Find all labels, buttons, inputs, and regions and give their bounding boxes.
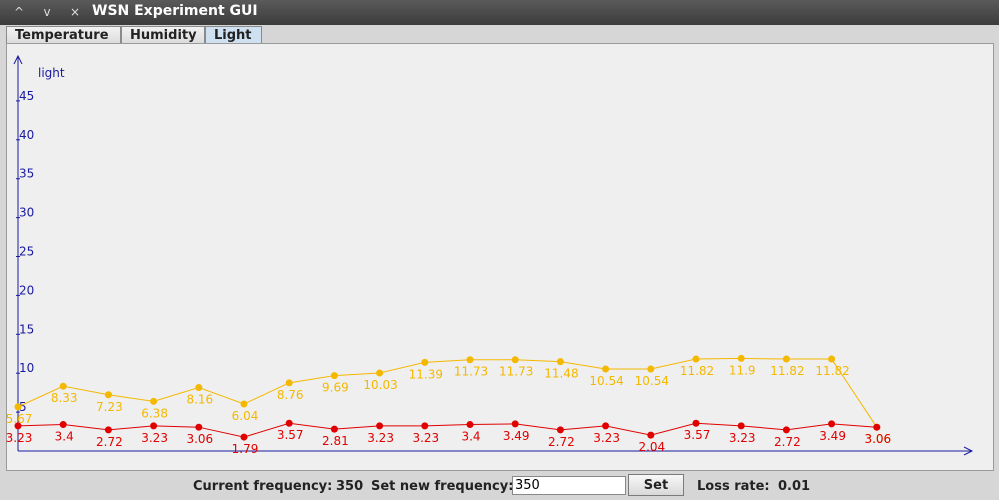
data-label: 2.72 [96, 435, 123, 449]
data-label: 3.23 [412, 431, 439, 445]
data-point [104, 391, 112, 399]
y-tick-label: 10 [19, 361, 34, 375]
data-label: 3.23 [729, 431, 756, 445]
data-point [692, 355, 700, 363]
data-label: 10.54 [589, 374, 623, 388]
data-label: 11.73 [499, 365, 533, 379]
data-label: 3.23 [6, 431, 33, 445]
data-label: 3.23 [367, 431, 394, 445]
data-label: 8.16 [186, 393, 213, 407]
data-point [104, 426, 112, 434]
data-point [195, 384, 203, 392]
data-point [737, 422, 745, 430]
data-point [466, 421, 474, 429]
data-label: 3.23 [593, 431, 620, 445]
data-label: 3.06 [864, 432, 891, 446]
data-point [647, 365, 655, 373]
data-point [330, 372, 338, 380]
data-label: 2.72 [774, 435, 801, 449]
frequency-input[interactable] [512, 476, 626, 495]
data-label: 2.81 [322, 434, 349, 448]
data-label: 8.76 [277, 388, 304, 402]
data-label: 3.06 [186, 432, 213, 446]
loss-rate-value: 0.01 [778, 479, 811, 494]
data-point [692, 419, 700, 427]
set-button[interactable]: Set [628, 474, 684, 496]
light-chart: light 510152025303540455.678.337.23 6.388… [6, 54, 974, 456]
y-tick-label: 45 [19, 89, 34, 103]
data-label: 3.57 [684, 428, 711, 442]
data-label: 11.82 [770, 364, 804, 378]
data-point [828, 355, 836, 363]
data-label: 1.79 [232, 442, 259, 456]
data-point [240, 400, 248, 408]
data-label: 3.57 [277, 428, 304, 442]
data-point [511, 356, 519, 364]
data-label: 3.49 [819, 429, 846, 443]
data-point [602, 365, 610, 373]
data-label: 11.73 [454, 365, 488, 379]
data-label: 8.33 [51, 391, 78, 405]
data-label: 6.04 [232, 409, 259, 423]
data-point [556, 358, 564, 366]
data-point [240, 433, 248, 441]
data-label: 6.38 [141, 406, 168, 420]
data-point [737, 354, 745, 362]
data-label: 9.69 [322, 381, 349, 395]
data-point [14, 403, 22, 411]
data-point [556, 426, 564, 434]
data-point [195, 423, 203, 431]
y-axis-label: light [38, 66, 65, 80]
data-label: 11.48 [544, 367, 578, 381]
y-tick-label: 15 [19, 322, 34, 336]
data-label: 11.82 [815, 364, 849, 378]
y-tick-label: 30 [19, 206, 34, 220]
data-label: 2.04 [638, 440, 665, 454]
data-point [330, 425, 338, 433]
data-point [421, 358, 429, 366]
current-frequency-value: 350 [336, 479, 364, 494]
data-label: 10.03 [363, 378, 397, 392]
y-tick-label: 20 [19, 283, 34, 297]
data-point [59, 421, 67, 429]
data-point [150, 397, 158, 405]
data-point [782, 426, 790, 434]
footer-bar: Current frequency: 350 Set new frequency… [0, 472, 999, 500]
set-frequency-label: Set new frequency: [371, 479, 514, 494]
data-label: 3.23 [141, 431, 168, 445]
data-label: 3.4 [55, 430, 74, 444]
y-tick-label: 25 [19, 245, 34, 259]
data-point [421, 422, 429, 430]
data-label: 10.54 [635, 374, 669, 388]
data-point [647, 431, 655, 439]
data-point [285, 419, 293, 427]
data-point [828, 420, 836, 428]
y-tick-label: 35 [19, 167, 34, 181]
current-frequency-label: Current frequency: [193, 479, 333, 494]
data-point [466, 356, 474, 364]
data-label: 3.4 [461, 430, 480, 444]
data-label: 11.39 [409, 367, 443, 381]
data-point [14, 422, 22, 430]
data-point [150, 422, 158, 430]
data-label: 11.82 [680, 364, 714, 378]
data-point [376, 422, 384, 430]
data-point [376, 369, 384, 377]
loss-rate-label: Loss rate: [697, 479, 770, 494]
y-tick-label: 40 [19, 128, 34, 142]
data-point [873, 423, 881, 431]
data-label: 3.49 [503, 429, 530, 443]
data-point [285, 379, 293, 387]
data-label: 7.23 [96, 400, 123, 414]
data-point [511, 420, 519, 428]
data-point [59, 382, 67, 390]
data-point [782, 355, 790, 363]
data-label: 11.9 [729, 363, 756, 377]
data-point [602, 422, 610, 430]
data-label: 2.72 [548, 435, 575, 449]
